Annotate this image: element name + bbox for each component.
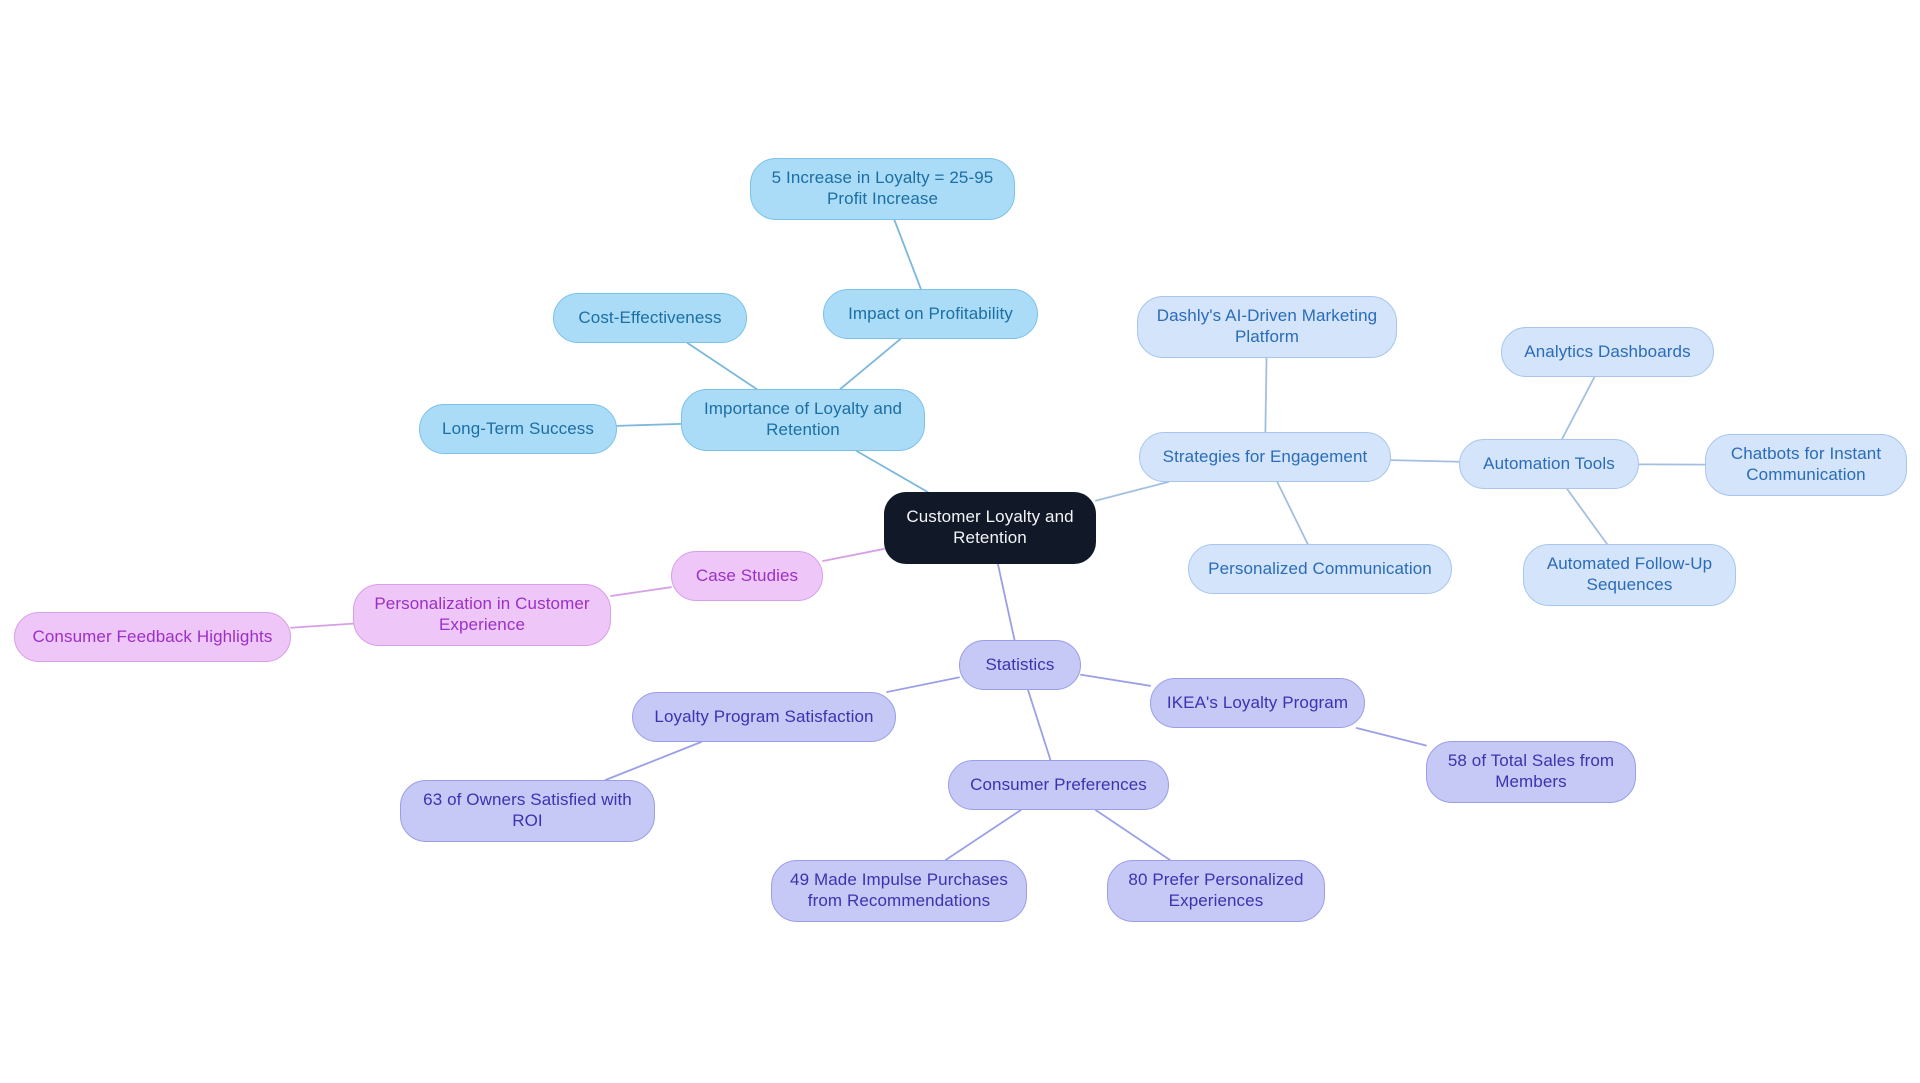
mindmap-node-total-sales[interactable]: 58 of Total Sales from Members — [1426, 741, 1636, 803]
mindmap-node-cost-effectiveness[interactable]: Cost-Effectiveness — [553, 293, 747, 343]
mindmap-node-chatbots[interactable]: Chatbots for Instant Communication — [1705, 434, 1907, 496]
mindmap-node-prefer-personalized[interactable]: 80 Prefer Personalized Experiences — [1107, 860, 1325, 922]
mindmap-node-impact-profitability[interactable]: Impact on Profitability — [823, 289, 1038, 339]
mindmap-edge-strategies-to-automation-tools — [1390, 459, 1460, 463]
mindmap-node-consumer-feedback[interactable]: Consumer Feedback Highlights — [14, 612, 291, 662]
mindmap-node-dashly[interactable]: Dashly's AI-Driven Marketing Platform — [1137, 296, 1397, 358]
mindmap-edge-consumer-preferences-to-prefer-personalized — [1094, 809, 1171, 861]
mindmap-node-long-term-success[interactable]: Long-Term Success — [419, 404, 617, 454]
mindmap-edge-statistics-to-loyalty-satisfaction — [886, 676, 960, 693]
mindmap-edge-root-to-case-studies — [822, 548, 885, 562]
mindmap-node-profit-increase[interactable]: 5 Increase in Loyalty = 25-95 Profit Inc… — [750, 158, 1015, 220]
mindmap-edge-personalization-cx-to-consumer-feedback — [290, 622, 354, 629]
mindmap-edge-root-to-importance — [855, 450, 929, 493]
mindmap-node-owners-roi[interactable]: 63 of Owners Satisfied with ROI — [400, 780, 655, 842]
mindmap-edge-consumer-preferences-to-impulse-purchases — [944, 809, 1022, 861]
mindmap-node-case-studies[interactable]: Case Studies — [671, 551, 823, 601]
mindmap-edge-automation-tools-to-automated-followup — [1566, 488, 1608, 545]
mindmap-edge-strategies-to-personalized-communication — [1276, 481, 1309, 545]
mindmap-canvas: Customer Loyalty and Retention Importance… — [0, 0, 1920, 1083]
mindmap-node-analytics-dashboards[interactable]: Analytics Dashboards — [1501, 327, 1714, 377]
mindmap-edge-case-studies-to-personalization-cx — [610, 586, 672, 597]
mindmap-edge-statistics-to-ikea — [1080, 673, 1151, 687]
mindmap-node-automated-followup[interactable]: Automated Follow-Up Sequences — [1523, 544, 1736, 606]
mindmap-node-consumer-preferences[interactable]: Consumer Preferences — [948, 760, 1169, 810]
mindmap-node-loyalty-satisfaction[interactable]: Loyalty Program Satisfaction — [632, 692, 896, 742]
mindmap-node-root[interactable]: Customer Loyalty and Retention — [884, 492, 1096, 564]
mindmap-node-statistics[interactable]: Statistics — [959, 640, 1081, 690]
mindmap-node-automation-tools[interactable]: Automation Tools — [1459, 439, 1639, 489]
mindmap-node-importance[interactable]: Importance of Loyalty and Retention — [681, 389, 925, 451]
mindmap-edge-ikea-to-total-sales — [1355, 727, 1427, 747]
mindmap-node-impulse-purchases[interactable]: 49 Made Impulse Purchases from Recommend… — [771, 860, 1027, 922]
mindmap-edge-importance-to-cost-effectiveness — [686, 342, 758, 390]
mindmap-node-strategies[interactable]: Strategies for Engagement — [1139, 432, 1391, 482]
mindmap-edge-strategies-to-dashly — [1264, 357, 1268, 433]
mindmap-edge-root-to-statistics — [996, 563, 1016, 641]
mindmap-node-personalized-communication[interactable]: Personalized Communication — [1188, 544, 1452, 594]
mindmap-edge-loyalty-satisfaction-to-owners-roi — [604, 741, 703, 781]
mindmap-edge-impact-profitability-to-profit-increase — [893, 219, 922, 290]
mindmap-edge-root-to-strategies — [1095, 481, 1170, 502]
mindmap-edge-importance-to-impact-profitability — [839, 338, 902, 390]
mindmap-node-personalization-cx[interactable]: Personalization in Customer Experience — [353, 584, 611, 646]
mindmap-edge-importance-to-long-term-success — [616, 422, 682, 427]
mindmap-edge-automation-tools-to-analytics-dashboards — [1561, 376, 1596, 440]
mindmap-edge-statistics-to-consumer-preferences — [1027, 689, 1052, 761]
mindmap-node-ikea[interactable]: IKEA's Loyalty Program — [1150, 678, 1365, 728]
